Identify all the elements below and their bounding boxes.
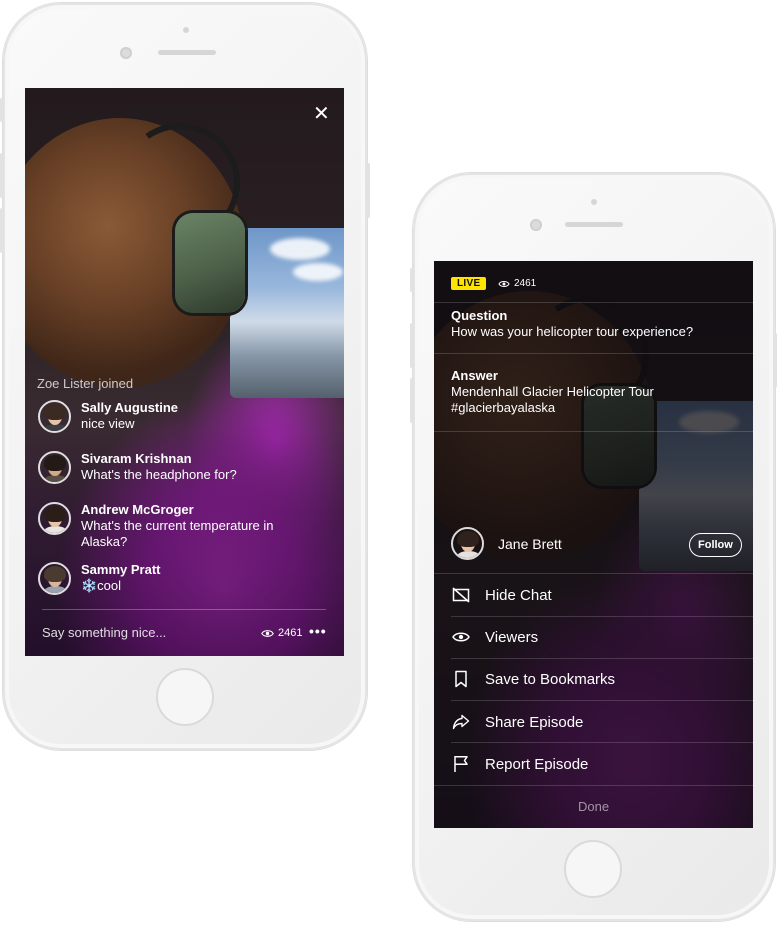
follow-button[interactable]: Follow [689, 533, 742, 557]
chat-text: What's the headphone for? [81, 467, 237, 482]
chat-text: nice view [81, 416, 135, 431]
chat-author[interactable]: Sammy Pratt [81, 562, 160, 578]
answer-hashtag[interactable]: #glacierbayalaska [451, 400, 555, 416]
divider [451, 658, 753, 659]
live-badge: LIVE [451, 277, 487, 290]
view-count: 2461 [498, 278, 536, 289]
left-phone-speaker [158, 50, 216, 55]
eye-icon [498, 280, 510, 287]
left-phone-volume-down [0, 208, 4, 253]
eye-icon [451, 627, 471, 647]
divider [451, 742, 753, 743]
chat-message: Sammy Pratt ❄️cool [38, 562, 160, 595]
right-phone-speaker [565, 222, 623, 227]
right-phone-home-button[interactable] [564, 840, 622, 898]
right-phone-volume-up [410, 323, 414, 368]
share-arrow-icon [451, 712, 471, 732]
menu-item-label: Hide Chat [485, 586, 552, 604]
left-phone-home-button[interactable] [156, 668, 214, 726]
chat-text: ❄️cool [81, 578, 122, 593]
joined-notice: Zoe Lister joined [37, 376, 134, 391]
left-live-screen: ✕ Zoe Lister joined Sally Augustine nice… [25, 88, 344, 656]
chat-author[interactable]: Sivaram Krishnan [81, 451, 237, 467]
right-phone-side-button [410, 268, 414, 292]
avatar[interactable] [38, 562, 71, 595]
divider [434, 353, 753, 354]
right-phone-power-button [773, 333, 777, 388]
divider [451, 700, 753, 701]
chat-message: Andrew McGroger What's the current tempe… [38, 502, 274, 550]
right-phone-sensor [591, 199, 597, 205]
host-name[interactable]: Jane Brett [498, 536, 562, 552]
chat-text-continued: Alaska? [81, 534, 128, 549]
question-text: How was your helicopter tour experience? [451, 324, 694, 339]
comment-input[interactable]: Say something nice... [42, 625, 166, 640]
divider [434, 302, 753, 303]
close-icon[interactable]: ✕ [313, 103, 330, 123]
menu-item-viewers[interactable]: Viewers [451, 627, 538, 647]
avatar[interactable] [38, 400, 71, 433]
menu-item-hide-chat[interactable]: Hide Chat [451, 585, 552, 605]
answer-title: Answer [451, 368, 498, 383]
chat-text: What's the current temperature in [81, 518, 274, 533]
divider [434, 573, 753, 574]
done-button[interactable]: Done [578, 799, 609, 814]
divider [451, 616, 753, 617]
right-phone-volume-down [410, 378, 414, 423]
view-count: 2461 [261, 627, 302, 639]
bookmark-icon [451, 669, 471, 689]
chat-author[interactable]: Andrew McGroger [81, 502, 274, 518]
chat-author[interactable]: Sally Augustine [81, 400, 178, 416]
question-title: Question [451, 308, 508, 323]
avatar[interactable] [38, 451, 71, 484]
host-avatar[interactable] [451, 527, 484, 560]
left-phone-camera [120, 47, 132, 59]
menu-item-label: Share Episode [485, 713, 584, 731]
chat-message: Sivaram Krishnan What's the headphone fo… [38, 451, 237, 484]
left-phone-power-button [366, 163, 370, 218]
eye-icon [261, 629, 274, 637]
view-count-value: 2461 [278, 627, 303, 639]
left-phone-sensor [183, 27, 189, 33]
chat-message: Sally Augustine nice view [38, 400, 178, 433]
divider [434, 431, 753, 432]
menu-item-label: Viewers [485, 628, 539, 646]
right-options-screen: LIVE 2461 Question How was your helicopt… [434, 261, 753, 828]
menu-item-share-episode[interactable]: Share Episode [451, 712, 583, 732]
more-options-icon[interactable]: ••• [309, 623, 327, 639]
menu-item-save-bookmarks[interactable]: Save to Bookmarks [451, 669, 615, 689]
flag-icon [451, 754, 471, 774]
composer-divider [42, 609, 326, 610]
right-phone-camera [530, 219, 542, 231]
menu-item-label: Save to Bookmarks [485, 670, 616, 688]
left-phone-volume-up [0, 153, 4, 198]
answer-text: Mendenhall Glacier Helicopter Tour [451, 384, 654, 399]
avatar[interactable] [38, 502, 71, 535]
view-count-value: 2461 [514, 278, 537, 289]
divider [434, 785, 753, 786]
menu-item-label: Report Episode [485, 755, 589, 773]
hide-chat-icon [451, 585, 471, 605]
left-phone-side-button [0, 98, 4, 122]
menu-item-report-episode[interactable]: Report Episode [451, 754, 588, 774]
